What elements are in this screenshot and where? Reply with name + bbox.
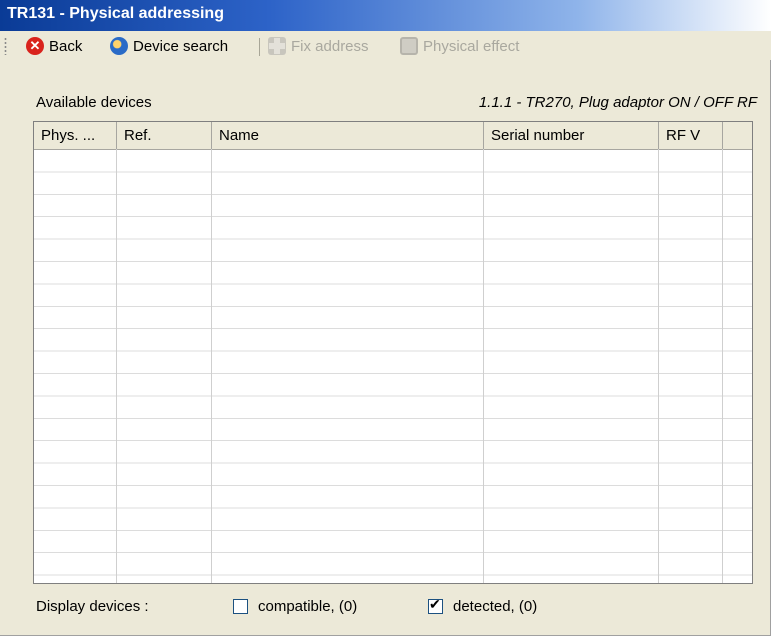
grid-rows xyxy=(34,150,752,583)
window-title: TR131 - Physical addressing xyxy=(7,5,224,22)
title-bar: TR131 - Physical addressing xyxy=(0,0,771,31)
selected-device-label: 1.1.1 - TR270, Plug adaptor ON / OFF RF xyxy=(478,94,757,111)
column-header-rfv[interactable]: RF V xyxy=(659,122,723,149)
column-divider xyxy=(722,149,723,583)
column-header-phys[interactable]: Phys. ... xyxy=(34,122,117,149)
physical-effect-icon xyxy=(400,37,418,55)
column-header-serial[interactable]: Serial number xyxy=(484,122,659,149)
toolbar-separator xyxy=(259,38,260,56)
compatible-checkbox[interactable] xyxy=(233,599,248,614)
device-search-label: Device search xyxy=(133,37,229,55)
device-search-button[interactable]: Device search xyxy=(110,35,228,57)
column-divider xyxy=(483,149,484,583)
grid-header: Phys. ... Ref. Name Serial number RF V xyxy=(34,122,752,150)
toolbar: ✕ Back Device search Fix address Physica… xyxy=(0,31,771,60)
available-devices-label: Available devices xyxy=(36,94,152,111)
device-search-icon xyxy=(110,37,128,55)
detected-checkbox-row[interactable]: detected, (0) xyxy=(428,596,538,615)
column-header-ref[interactable]: Ref. xyxy=(117,122,212,149)
back-label: Back xyxy=(49,37,83,55)
column-divider xyxy=(658,149,659,583)
back-button[interactable]: ✕ Back xyxy=(26,35,82,57)
toolbar-grip[interactable] xyxy=(4,37,7,55)
compatible-label: compatible, (0) xyxy=(258,598,358,615)
compatible-checkbox-row[interactable]: compatible, (0) xyxy=(233,598,357,615)
back-icon: ✕ xyxy=(26,37,44,55)
detected-label: detected, (0) xyxy=(453,598,538,615)
physical-effect-label: Physical effect xyxy=(423,37,520,55)
column-divider xyxy=(116,149,117,583)
display-devices-label: Display devices : xyxy=(36,598,149,615)
physical-addressing-window: TR131 - Physical addressing ✕ Back Devic… xyxy=(0,0,771,636)
devices-grid[interactable]: Phys. ... Ref. Name Serial number RF V xyxy=(33,121,753,584)
fix-address-label: Fix address xyxy=(291,37,369,55)
fix-address-icon xyxy=(268,37,286,55)
column-header-extra[interactable] xyxy=(723,122,752,149)
column-header-name[interactable]: Name xyxy=(212,122,484,149)
fix-address-button[interactable]: Fix address xyxy=(268,35,369,57)
detected-checkbox[interactable] xyxy=(428,596,443,614)
column-divider xyxy=(211,149,212,583)
physical-effect-button[interactable]: Physical effect xyxy=(400,35,519,57)
